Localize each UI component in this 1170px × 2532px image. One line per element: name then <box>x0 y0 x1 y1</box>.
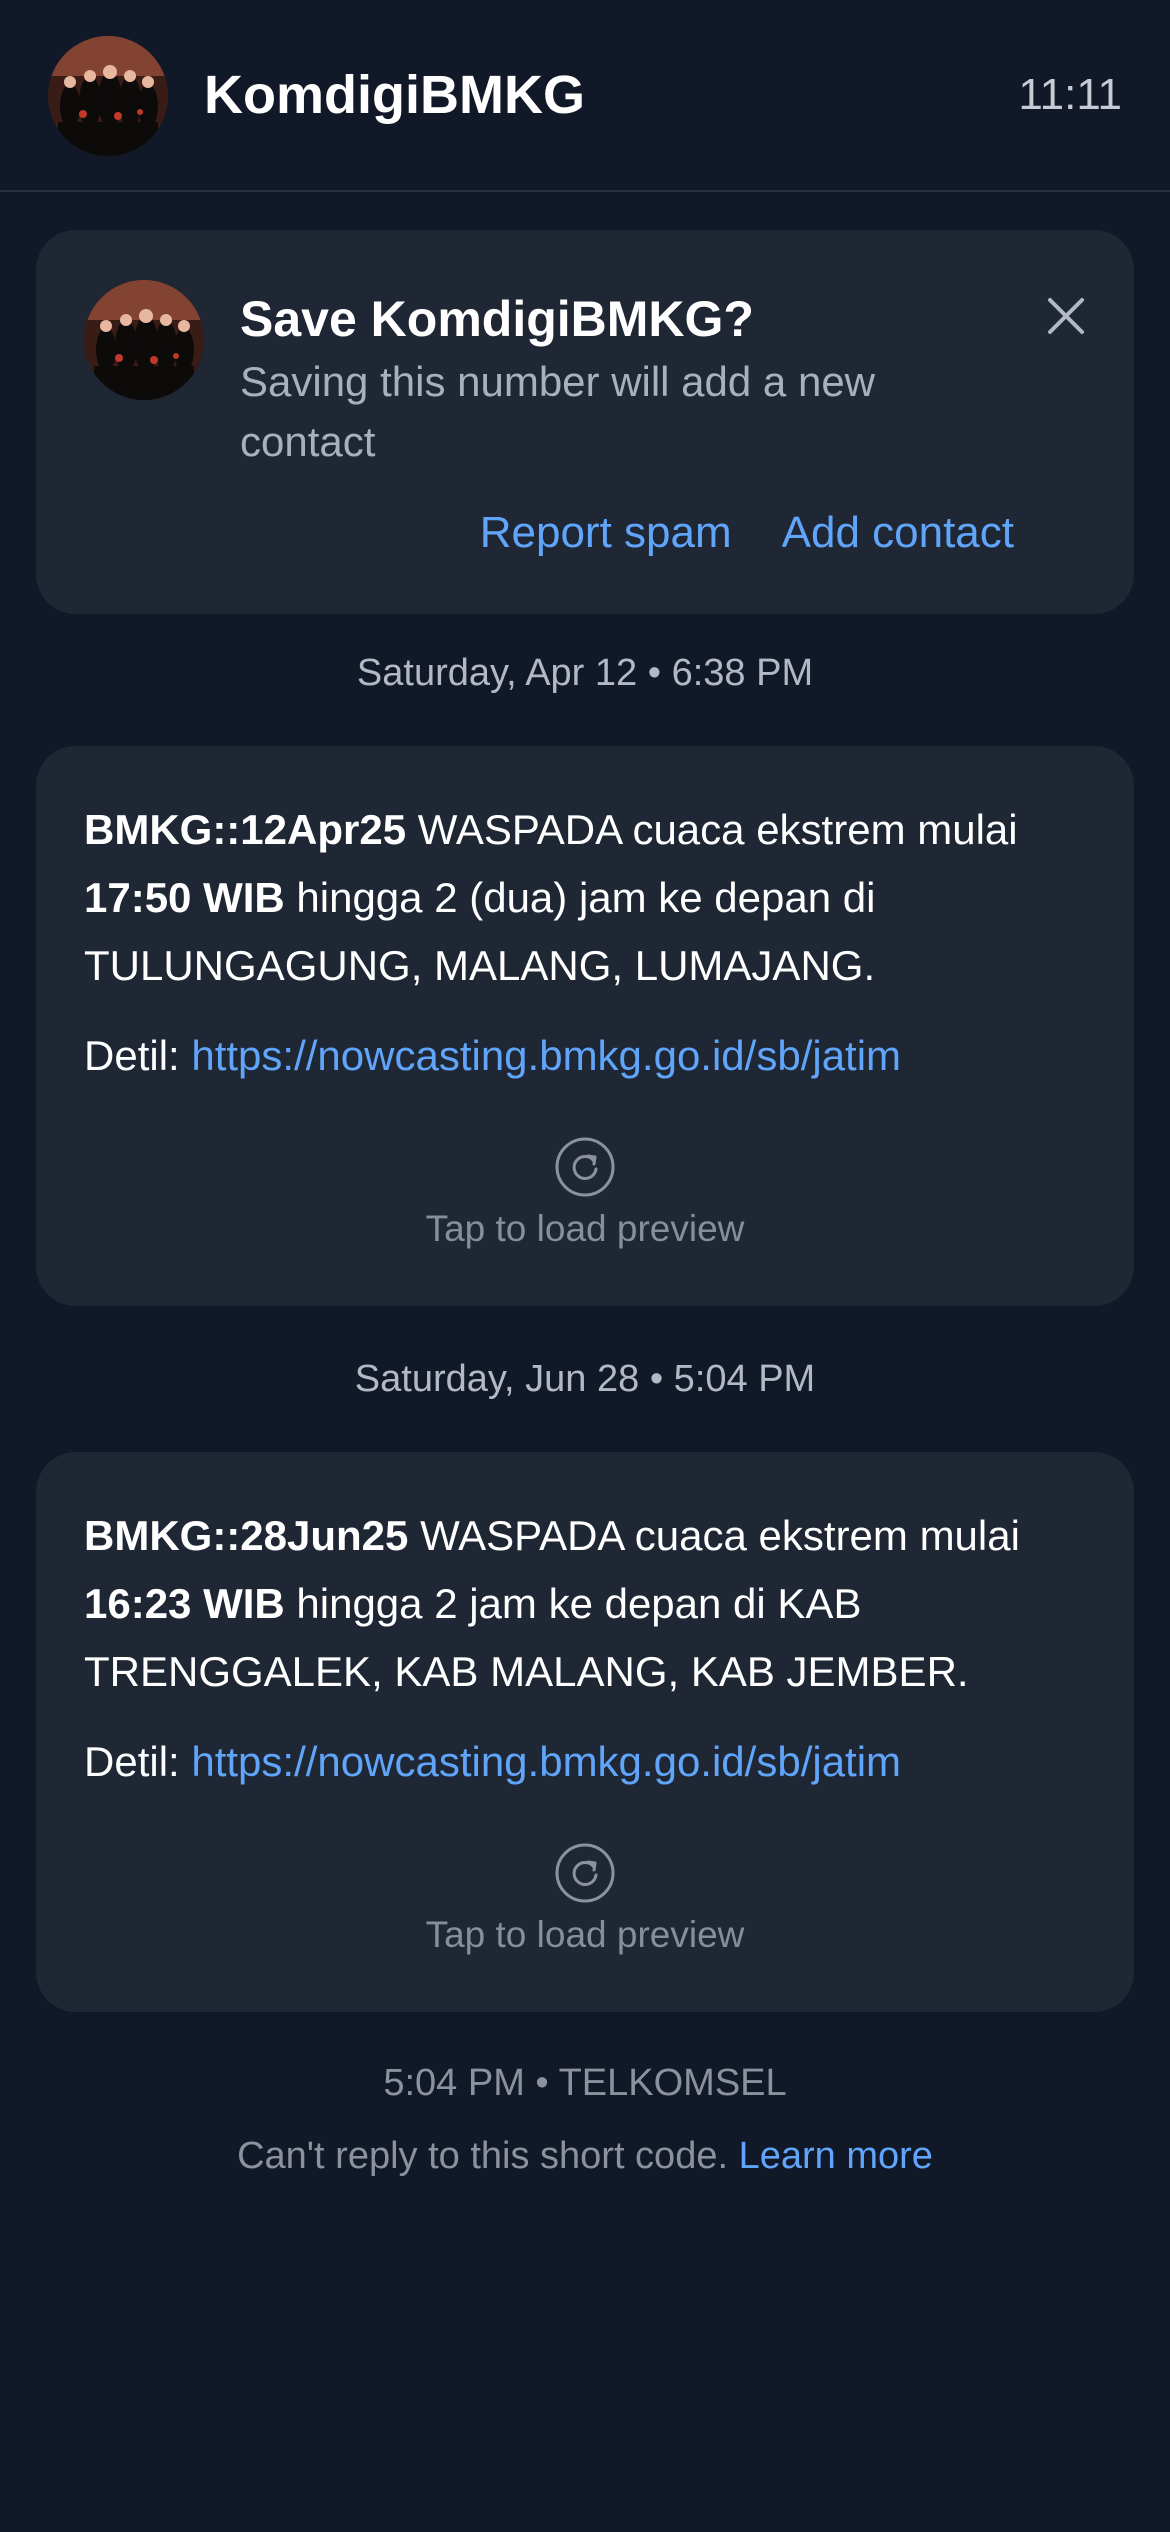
message-link[interactable]: https://nowcasting.bmkg.go.id/sb/jatim <box>191 1738 901 1785</box>
save-prompt-actions: Report spam Add contact <box>480 508 1014 558</box>
message-text: BMKG::12Apr25 WASPADA cuaca ekstrem mula… <box>84 796 1094 1000</box>
add-contact-button[interactable]: Add contact <box>782 508 1014 558</box>
save-prompt-title: Save KomdigiBMKG? <box>240 291 754 347</box>
message-detail-line: Detil: https://nowcasting.bmkg.go.id/sb/… <box>84 1026 901 1086</box>
save-contact-card: Save KomdigiBMKG? Saving this number wil… <box>36 230 1134 614</box>
cannot-reply-text: Can't reply to this short code. <box>237 2135 739 2177</box>
load-preview-button[interactable]: Tap to load preview <box>36 1842 1134 1956</box>
message-detail-line: Detil: https://nowcasting.bmkg.go.id/sb/… <box>84 1732 901 1792</box>
learn-more-link[interactable]: Learn more <box>739 2135 933 2177</box>
message-meta: 5:04 PM • TELKOMSEL <box>383 2062 787 2104</box>
message-text: BMKG::28Jun25 WASPADA cuaca ekstrem mula… <box>84 1502 1094 1706</box>
status-time: 11:11 <box>1018 70 1122 119</box>
message-code: BMKG::28Jun25 <box>84 1512 409 1559</box>
message-link[interactable]: https://nowcasting.bmkg.go.id/sb/jatim <box>191 1032 901 1079</box>
load-preview-button[interactable]: Tap to load preview <box>36 1136 1134 1250</box>
contact-avatar <box>84 280 204 400</box>
detail-label: Detil: <box>84 1032 192 1079</box>
contact-name: KomdigiBMKG <box>204 65 585 125</box>
load-preview-label: Tap to load preview <box>425 1914 745 1955</box>
message-bubble[interactable]: BMKG::12Apr25 WASPADA cuaca ekstrem mula… <box>36 746 1134 1306</box>
message-time: 17:50 WIB <box>84 874 285 921</box>
message-time: 16:23 WIB <box>84 1580 285 1627</box>
load-preview-label: Tap to load preview <box>425 1208 745 1249</box>
close-icon[interactable] <box>1042 292 1090 340</box>
message-code: BMKG::12Apr25 <box>84 806 407 853</box>
detail-label: Detil: <box>84 1738 192 1785</box>
conversation-header: KomdigiBMKG 11:11 <box>0 0 1170 192</box>
message-text-part: WASPADA cuaca ekstrem mulai <box>406 806 1018 853</box>
save-prompt-subtitle: Saving this number will add a new contac… <box>240 358 876 465</box>
message-bubble[interactable]: BMKG::28Jun25 WASPADA cuaca ekstrem mula… <box>36 1452 1134 2012</box>
refresh-icon <box>554 1136 616 1198</box>
message-text-part: WASPADA cuaca ekstrem mulai <box>408 1512 1020 1559</box>
refresh-icon <box>554 1842 616 1904</box>
date-separator: Saturday, Apr 12 • 6:38 PM <box>356 652 814 694</box>
report-spam-button[interactable]: Report spam <box>480 508 732 558</box>
date-separator: Saturday, Jun 28 • 5:04 PM <box>354 1358 816 1400</box>
contact-avatar[interactable] <box>48 36 168 156</box>
cannot-reply-note: Can't reply to this short code. Learn mo… <box>0 2135 1170 2178</box>
